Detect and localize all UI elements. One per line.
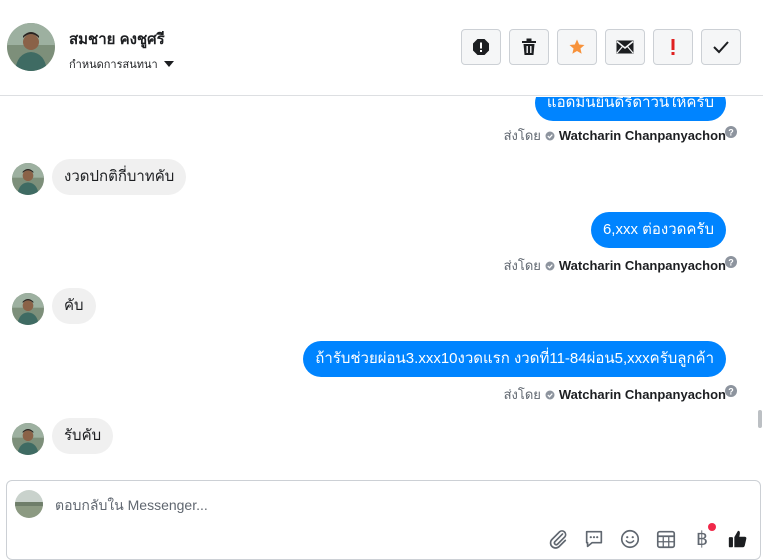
caret-down-icon — [163, 61, 174, 67]
action-toolbar — [461, 29, 741, 65]
contact-avatar-small — [12, 163, 44, 195]
appointment-button[interactable] — [654, 527, 678, 551]
contact-name: สมชาย คงชูศรี — [69, 31, 165, 48]
contact-avatar[interactable] — [7, 23, 55, 71]
incoming-message: รับคับ — [52, 418, 114, 454]
alert-octagon-icon — [473, 39, 489, 55]
notification-dot — [708, 523, 716, 531]
mark-unread-button[interactable] — [605, 29, 645, 65]
spam-button[interactable] — [461, 29, 501, 65]
question-icon[interactable]: ? — [725, 256, 737, 268]
verified-icon — [545, 131, 555, 140]
reply-composer: ฿ — [6, 480, 761, 560]
trash-icon — [522, 38, 536, 55]
checkmark-icon — [713, 41, 729, 54]
sent-by-line: ส่งโดย Watcharin Chanpanyachon — [504, 384, 726, 405]
outgoing-message: 6,xxx ต่องวดครับ — [590, 212, 726, 248]
outgoing-message: ถ้ารับช่วยผ่อน3.xxx10งวดแรก งวดที่11-84ผ… — [303, 341, 726, 377]
delete-button[interactable] — [509, 29, 549, 65]
message-thread[interactable]: แอดมินยินดีรีดาวน์ให้ครับ ส่งโดย Watchar… — [0, 97, 763, 467]
svg-text:?: ? — [728, 258, 734, 268]
like-button[interactable] — [726, 527, 750, 551]
sent-by-line: ส่งโดย Watcharin Chanpanyachon — [504, 255, 726, 276]
page-avatar — [15, 490, 43, 518]
svg-text:?: ? — [728, 128, 734, 138]
incoming-message: คับ — [52, 288, 96, 324]
assign-label: กำหนดการสนทนา — [69, 59, 158, 71]
contact-avatar-small — [12, 293, 44, 325]
exclamation-icon — [671, 39, 675, 55]
svg-text:?: ? — [728, 387, 734, 397]
assign-conversation-dropdown[interactable]: กำหนดการสนทนา — [69, 55, 174, 73]
attachment-button[interactable] — [546, 527, 570, 551]
attachment-icon — [549, 530, 567, 549]
conversation-header: สมชาย คงชูศรี กำหนดการสนทนา — [0, 0, 763, 96]
star-icon — [569, 39, 585, 54]
contact-avatar-small — [12, 423, 44, 455]
outgoing-message: แอดมินยินดีรีดาวน์ให้ครับ — [534, 97, 726, 121]
saved-replies-button[interactable] — [582, 527, 606, 551]
verified-icon — [545, 261, 555, 270]
star-button[interactable] — [557, 29, 597, 65]
incoming-message: งวดปกติกี่บาทคับ — [52, 159, 187, 195]
sent-by-label: ส่งโดย — [503, 128, 541, 143]
sent-by-line: ส่งโดย Watcharin Chanpanyachon — [504, 125, 726, 146]
envelope-icon — [616, 40, 634, 54]
thread-scrollbar[interactable] — [757, 97, 763, 467]
done-button[interactable] — [701, 29, 741, 65]
payment-button[interactable]: ฿ — [690, 523, 716, 551]
sent-by-label: ส่งโดย — [503, 258, 541, 273]
table-icon — [656, 530, 676, 549]
reply-input[interactable] — [55, 493, 555, 517]
baht-icon: ฿ — [695, 528, 709, 550]
important-button[interactable] — [653, 29, 693, 65]
question-icon[interactable]: ? — [725, 385, 737, 397]
scrollbar-thumb[interactable] — [758, 410, 762, 428]
question-icon[interactable]: ? — [725, 126, 737, 138]
composer-toolbar: ฿ — [546, 523, 750, 551]
agent-name: Watcharin Chanpanyachon — [558, 258, 726, 273]
sent-by-label: ส่งโดย — [503, 387, 541, 402]
agent-name: Watcharin Chanpanyachon — [558, 128, 726, 143]
verified-icon — [545, 390, 555, 399]
emoji-icon — [620, 529, 640, 549]
chat-icon — [585, 530, 603, 548]
emoji-button[interactable] — [618, 527, 642, 551]
agent-name: Watcharin Chanpanyachon — [558, 387, 726, 402]
like-icon — [728, 530, 747, 548]
